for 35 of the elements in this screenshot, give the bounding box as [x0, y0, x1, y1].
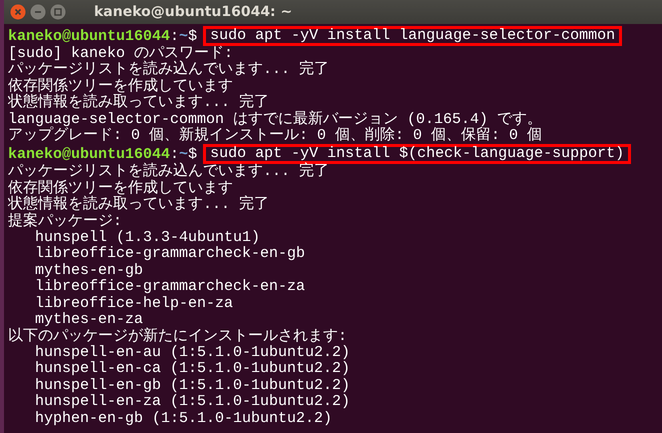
package-line: hunspell-en-au (1:5.1.0-1ubuntu2.2)	[34, 344, 352, 361]
prompt-separator: :	[170, 28, 180, 44]
output-line: [sudo] kaneko のパスワード:	[8, 46, 234, 62]
output-line: 状態情報を読み取っています... 完了	[8, 197, 270, 214]
package-line: hunspell (1.3.3-4ubuntu1)	[34, 230, 260, 246]
output-line: 依存関係ツリーを作成しています	[8, 78, 234, 95]
output-line: パッケージリストを読み込んでいます... 完了	[8, 62, 330, 78]
package-line: hunspell-en-gb (1:5.1.0-1ubuntu2.2)	[34, 378, 352, 394]
output-line: アップグレード: 0 個、新規インストール: 0 個、削除: 0 個、保留: 0 個	[8, 128, 544, 144]
prompt-symbol: $	[188, 146, 198, 163]
output-line: 依存関係ツリーを作成しています	[8, 180, 234, 197]
prompt-path: ~	[179, 146, 188, 163]
prompt-user-host: kaneko@ubuntu16044	[8, 146, 170, 163]
package-line: mythes-en-za	[34, 312, 144, 328]
output-line: 以下のパッケージが新たにインストールされます:	[8, 328, 348, 345]
package-line: libreoffice-help-en-za	[34, 296, 234, 312]
output-line: language-selector-common はすでに最新バージョン (0.165.4) です。	[8, 112, 544, 128]
prompt-path: ~	[179, 28, 188, 44]
package-line: hunspell-en-ca (1:5.1.0-1ubuntu2.2)	[34, 361, 352, 378]
prompt-symbol: $	[188, 28, 198, 44]
prompt-separator: :	[170, 146, 180, 163]
package-line: libreoffice-grammarcheck-en-gb	[34, 246, 306, 263]
close-icon[interactable]	[10, 4, 26, 20]
window-title: kaneko@ubuntu16044: ~	[94, 4, 292, 20]
output-line: 状態情報を読み取っています... 完了	[8, 95, 270, 112]
output-line: パッケージリストを読み込んでいます... 完了	[8, 164, 330, 180]
package-line: libreoffice-grammarcheck-en-za	[34, 279, 306, 296]
command-text: sudo apt -yV install language-selector-common	[203, 26, 622, 46]
prompt-user-host: kaneko@ubuntu16044	[8, 28, 170, 44]
package-line: hyphen-en-gb (1:5.1.0-1ubuntu2.2)	[34, 410, 334, 427]
package-line: hunspell-en-za (1:5.1.0-1ubuntu2.2)	[34, 394, 352, 411]
minimize-icon[interactable]	[30, 4, 46, 20]
maximize-icon[interactable]	[50, 4, 66, 20]
package-line: mythes-en-gb	[34, 262, 144, 279]
output-line: 提案パッケージ:	[8, 214, 124, 230]
